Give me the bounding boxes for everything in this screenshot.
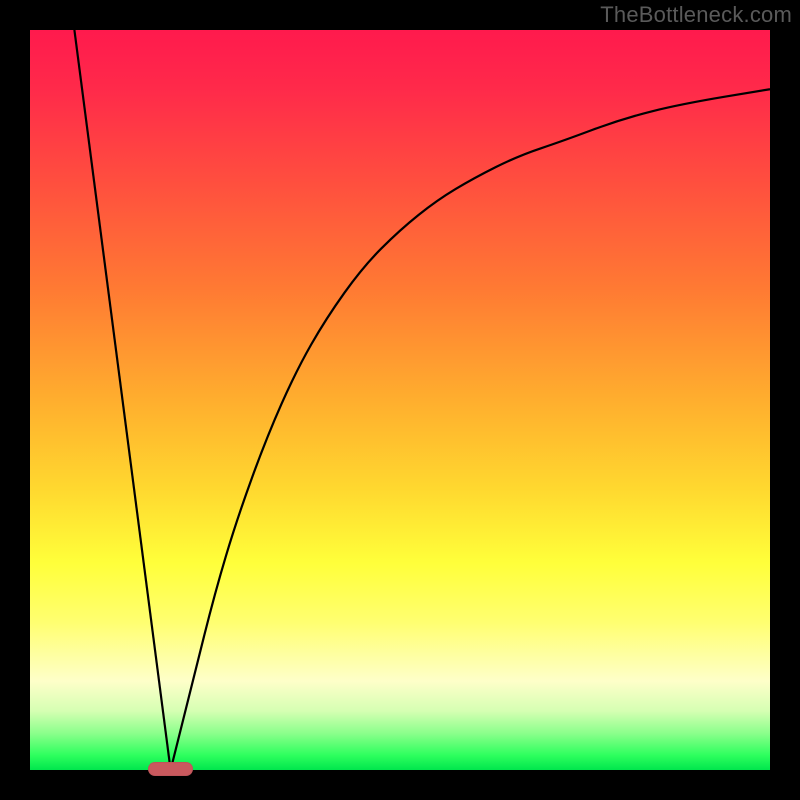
left-line — [74, 30, 170, 770]
chart-frame: TheBottleneck.com — [0, 0, 800, 800]
watermark-text: TheBottleneck.com — [600, 2, 792, 28]
curve-layer — [30, 30, 770, 770]
right-curve — [171, 89, 770, 770]
bottleneck-marker — [148, 762, 192, 776]
